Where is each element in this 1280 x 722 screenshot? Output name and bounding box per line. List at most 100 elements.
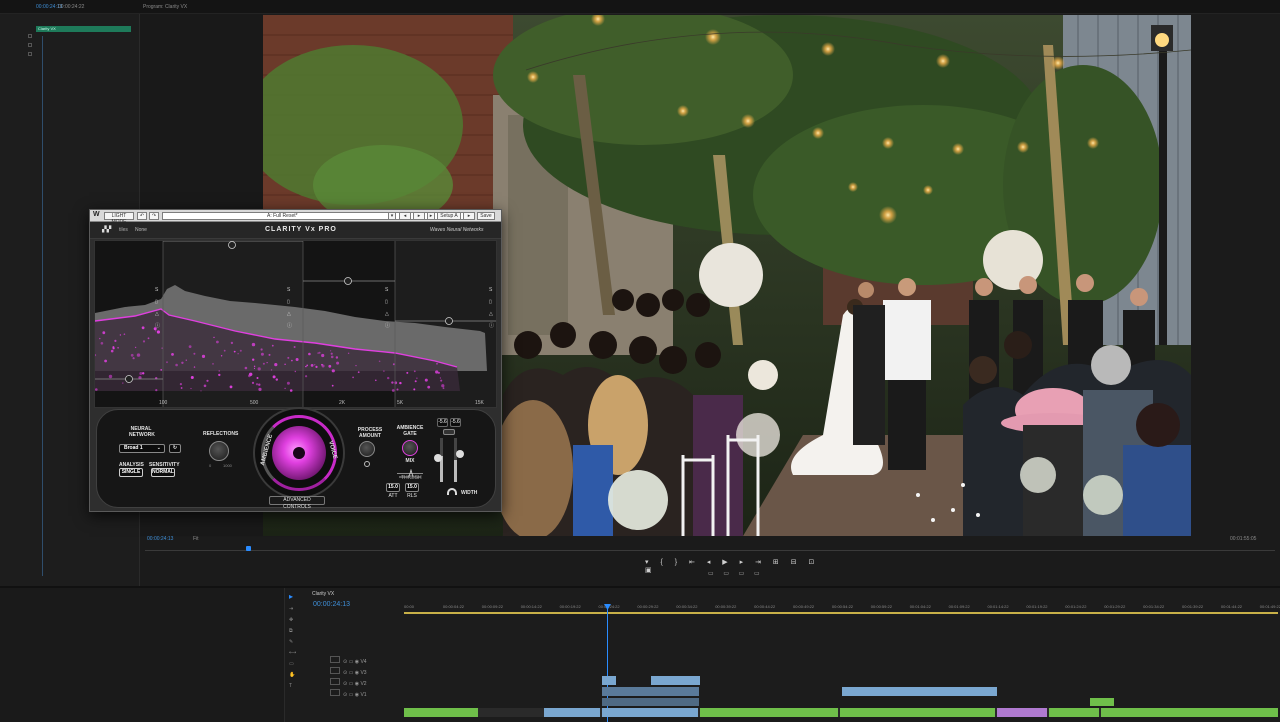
clip-v2-green[interactable] <box>1090 698 1114 706</box>
gain-slider-right[interactable] <box>456 450 464 458</box>
clip-v1-5[interactable] <box>840 708 995 717</box>
process-amount-label: PROCESS AMOUNT <box>357 427 383 439</box>
clip-v3-b[interactable] <box>842 687 997 696</box>
svg-text:▯: ▯ <box>287 299 290 305</box>
clip-v1-1[interactable] <box>404 708 478 717</box>
width-label: WIDTH <box>461 490 478 496</box>
light-mode-button[interactable]: LIGHT MODE <box>104 212 134 225</box>
svg-text:S: S <box>155 287 159 293</box>
prev-preset-button[interactable]: ◂ <box>399 212 411 220</box>
process-amount-knob[interactable] <box>359 441 375 457</box>
meter-left-value: -5.6 <box>437 418 448 427</box>
reflections-knob[interactable] <box>209 441 229 461</box>
ab-icon[interactable]: ▸ <box>427 212 435 220</box>
svg-text:▯: ▯ <box>489 299 492 305</box>
time-ruler[interactable]: 00:00 00:00:04:22 00:00:09:22 00:00:14:22 00… <box>404 604 1280 612</box>
track-header-v1[interactable]: ⊙ ▭ ◉ V1 <box>330 689 400 698</box>
export-frame-buttons[interactable]: ▭ ▭ ▭ ▭ <box>708 570 768 578</box>
link-icon[interactable] <box>443 429 455 435</box>
analysis-button[interactable]: SINGLE <box>119 468 143 477</box>
att-value[interactable]: 15.0 <box>386 483 400 492</box>
plugin-header: ▞▞ tiles None CLARITY Vx PRO Waves Neura… <box>90 222 501 239</box>
spectrum-graph[interactable]: S▯△ⓘ S▯△ⓘ S▯△ⓘ S▯△ⓘ <box>93 240 496 407</box>
gate-mix-knob[interactable] <box>402 440 418 456</box>
track-name: V3 <box>360 670 367 676</box>
timeline-timecode[interactable]: 00:00:24:13 <box>313 601 350 608</box>
tools-panel[interactable]: ▸ ⇥ ✥ ⧉ ✎ ⟷ ▭ ✋ T <box>289 592 299 712</box>
ruler-tick-label: 00:01:04:22 <box>909 604 931 609</box>
chevron-down-icon: ⌄ <box>156 445 161 451</box>
selection-tool-icon[interactable]: ▸ <box>289 592 299 601</box>
svg-text:△: △ <box>489 311 493 317</box>
preset-menu-icon[interactable]: ▾ <box>388 212 396 220</box>
track-header-v3[interactable]: ⊙ ▭ ◉ V3 <box>330 667 400 676</box>
sequence-tab[interactable]: Clarity VX <box>312 591 334 597</box>
clip-v4-small[interactable] <box>602 676 616 685</box>
rls-value[interactable]: 15.0 <box>405 483 419 492</box>
preset-state: None <box>135 227 147 233</box>
width-knob[interactable] <box>447 488 457 495</box>
clip-highlight[interactable]: Clarity VX <box>36 26 131 32</box>
clip-v1-2[interactable] <box>544 708 600 717</box>
program-transport: 00:00:24:13 Fit 00:01:55:05 ▾ { } ⇤ ◂ ▶ … <box>140 536 1280 586</box>
neural-network-value: Broad 1 <box>124 445 143 451</box>
source-tools[interactable] <box>28 34 34 74</box>
clip-v1-4[interactable] <box>700 708 838 717</box>
clip-v3[interactable] <box>602 687 699 696</box>
next-preset-button[interactable]: ▸ <box>413 212 425 220</box>
track-header-v2[interactable]: ⊙ ▭ ◉ V2 <box>330 678 400 687</box>
work-area-bar[interactable] <box>404 612 1278 614</box>
setup-button[interactable]: Setup A <box>437 212 461 220</box>
clip-v1-3[interactable] <box>602 708 698 717</box>
scrub-bar[interactable] <box>145 550 1275 551</box>
clarity-vx-pro-window[interactable]: W LIGHT MODE ↶ ↷ A: Full Reset* ▾ ◂ ▸ ▸ … <box>89 209 502 512</box>
zoom-select[interactable]: Fit <box>193 536 199 542</box>
track-header-v4[interactable]: ⊙ ▭ ◉ V4 <box>330 656 400 665</box>
clip-tag: Clarity VX <box>38 26 56 31</box>
svg-text:▯: ▯ <box>155 299 158 305</box>
clip-v1-8[interactable] <box>1101 708 1278 717</box>
gain-slider-left[interactable] <box>434 454 442 462</box>
undo-button[interactable]: ↶ <box>137 212 147 220</box>
timeline-panel: ▸ ⇥ ✥ ⧉ ✎ ⟷ ▭ ✋ T Clarity VX 00:00:24:13 00:00 0… <box>0 586 1280 722</box>
source-controls[interactable]: ◂ ▸ ▪ <box>100 576 132 591</box>
att-label: ATT <box>388 493 398 499</box>
svg-text:△: △ <box>385 311 389 317</box>
ruler-tick-label: 00:01:09:22 <box>948 604 970 609</box>
rls-label: RLS <box>407 493 417 499</box>
ruler-tick-label: 00:01:24:22 <box>1065 604 1087 609</box>
program-tab[interactable]: Program: Clarity VX <box>143 4 187 10</box>
svg-text:ⓘ: ⓘ <box>385 322 390 329</box>
transport-buttons[interactable]: ▾ { } ⇤ ◂ ▶ ▸ ⇥ ⊞ ⊟ ⊡ ▣ <box>645 558 825 574</box>
clip-v2[interactable] <box>602 698 699 706</box>
save-button[interactable]: Save <box>477 212 495 220</box>
clip-v1-6[interactable] <box>997 708 1047 717</box>
meter-right-track <box>454 438 457 482</box>
clip-v4[interactable] <box>651 676 700 685</box>
ruler-tick-label: 00:01:44:22 <box>1220 604 1243 609</box>
mix-label: MIX <box>405 458 415 464</box>
svg-text:▯: ▯ <box>385 299 388 305</box>
track-headers[interactable]: ⊙ ▭ ◉ V4 ⊙ ▭ ◉ V3 ⊙ ▭ ◉ V2 ⊙ ▭ ◉ V1 <box>330 656 402 718</box>
advanced-controls-button[interactable]: ADVANCED CONTROLS <box>269 496 325 510</box>
preset-name: A: Full Reset* <box>267 213 298 219</box>
ruler-tick-label: 00:00:34:22 <box>676 604 698 609</box>
tool-icons[interactable]: ⇥ ✥ ⧉ ✎ ⟷ ▭ ✋ T <box>289 604 299 692</box>
track-v1 <box>404 708 1278 717</box>
scrub-playhead[interactable] <box>246 546 251 551</box>
clip-v1-7[interactable] <box>1049 708 1099 717</box>
ambience-voice-dial[interactable]: AMBIENCE VOICE <box>253 407 345 499</box>
program-timecode[interactable]: 00:00:24:13 <box>147 536 173 542</box>
ruler-tick-label: 00:00:04:22 <box>442 604 465 609</box>
track-name: V4 <box>360 659 367 665</box>
sensitivity-button[interactable]: NORMAL <box>151 468 175 477</box>
neural-network-select[interactable]: Broad 1 ⌄ <box>119 444 165 453</box>
ruler-tick-label: 00:00:29:22 <box>637 604 659 609</box>
spectrum-display[interactable]: S ▯ △ ⓘ S ▯ △ ⓘ S ▯ △ ⓘ S ▯ △ ⓘ 100 500 2K 5K 15K <box>93 240 497 408</box>
plugin-toolbar: W LIGHT MODE ↶ ↷ A: Full Reset* ▾ ◂ ▸ ▸ … <box>90 210 501 225</box>
copy-button[interactable]: ▸ <box>463 212 475 220</box>
process-indicator-icon <box>364 461 370 467</box>
threshold-graph[interactable] <box>397 465 423 478</box>
refresh-icon[interactable]: ↻ <box>169 444 181 453</box>
redo-button[interactable]: ↷ <box>149 212 159 220</box>
